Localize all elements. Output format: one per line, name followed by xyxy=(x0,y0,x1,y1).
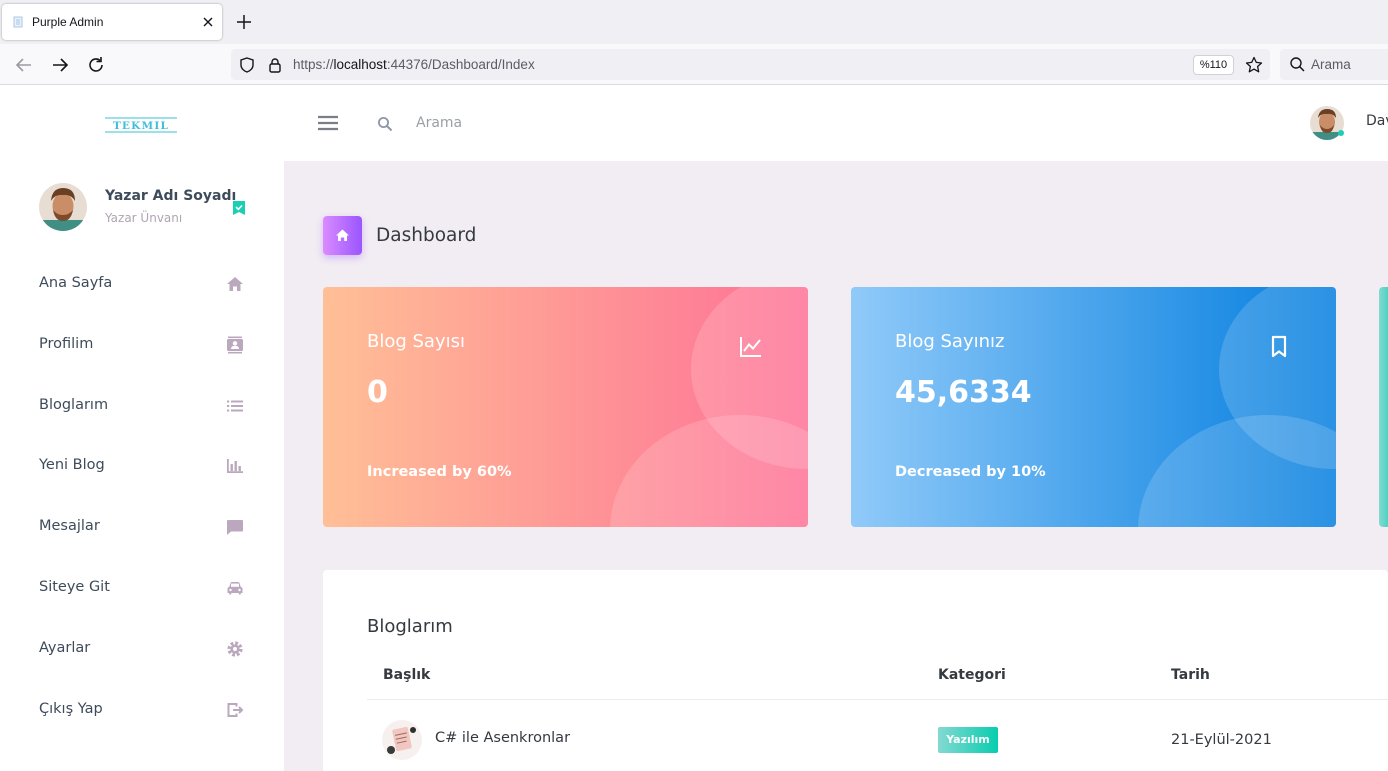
lock-icon[interactable] xyxy=(266,56,284,74)
blogs-table-card: Bloglarım Başlık Kategori Tarih C# ile A… xyxy=(323,570,1388,771)
sidebar-item-label: Mesajlar xyxy=(39,518,100,534)
home-icon xyxy=(227,277,243,291)
column-header-kategori[interactable]: Kategori xyxy=(938,667,1006,683)
sidebar-item-label: Profilim xyxy=(39,336,94,352)
message-icon xyxy=(227,520,243,535)
sidebar-item-bloglarim[interactable]: Bloglarım xyxy=(0,386,284,426)
browser-toolbar: https://localhost:44376/Dashboard/Index … xyxy=(0,44,1388,85)
main-content: Dashboard Blog Sayısı 0 Increased by 60%… xyxy=(284,161,1388,771)
sidebar-item-siteye-git[interactable]: Siteye Git xyxy=(0,568,284,608)
app-header: TEKMIL Dav xyxy=(0,85,1388,161)
bookmark-check-icon xyxy=(233,201,245,215)
sidebar-user-name: Yazar Adı Soyadı xyxy=(105,188,237,204)
sidebar-item-label: Yeni Blog xyxy=(39,457,105,473)
contacts-icon xyxy=(227,336,243,354)
sidebar-item-label: Ayarlar xyxy=(39,640,91,656)
blog-date-cell: 21-Eylül-2021 xyxy=(1171,732,1272,748)
header-search-input[interactable] xyxy=(416,112,676,134)
home-icon xyxy=(336,229,349,241)
browser-search-bar[interactable]: Arama xyxy=(1280,49,1388,80)
sidebar-item-ana-sayfa[interactable]: Ana Sayfa xyxy=(0,264,284,304)
sidebar-item-label: Siteye Git xyxy=(39,579,110,595)
card-decoration-circle xyxy=(610,415,808,527)
settings-icon xyxy=(227,641,243,657)
search-icon xyxy=(1290,57,1305,72)
browser-tab-title: Purple Admin xyxy=(32,15,104,29)
chart-line-icon xyxy=(740,337,761,357)
sidebar-item-cikis-yap[interactable]: Çıkış Yap xyxy=(0,690,284,730)
address-bar[interactable]: https://localhost:44376/Dashboard/Index … xyxy=(231,49,1270,80)
chart-bar-icon xyxy=(227,459,243,473)
sidebar-user-avatar[interactable] xyxy=(39,183,87,231)
table-header-divider xyxy=(367,699,1388,700)
url-scheme: https:// xyxy=(293,57,334,72)
browser-tab-bar: Purple Admin xyxy=(0,0,1388,44)
url-path: :44376/Dashboard/Index xyxy=(386,57,535,72)
card-value: 45,6334 xyxy=(895,375,1032,410)
sidebar-item-label: Ana Sayfa xyxy=(39,275,113,291)
table-title: Bloglarım xyxy=(367,616,453,637)
header-user-name[interactable]: Dav xyxy=(1366,113,1388,129)
reload-icon[interactable] xyxy=(85,54,107,76)
page-title-icon-box xyxy=(323,216,362,255)
blog-title-cell[interactable]: C# ile Asenkronlar xyxy=(435,730,570,746)
card-footer: Increased by 60% xyxy=(367,464,512,480)
sidebar: Yazar Adı Soyadı Yazar Ünvanı Ana Sayfa … xyxy=(0,161,284,771)
new-tab-icon[interactable] xyxy=(234,12,254,32)
menu-toggle-icon[interactable] xyxy=(316,112,340,134)
browser-tab[interactable]: Purple Admin xyxy=(2,4,222,40)
shield-icon[interactable] xyxy=(238,56,256,74)
sidebar-item-profilim[interactable]: Profilim xyxy=(0,325,284,365)
card-decoration-circle xyxy=(1138,415,1336,527)
page-favicon-icon xyxy=(13,16,23,28)
sidebar-item-mesajlar[interactable]: Mesajlar xyxy=(0,507,284,547)
stat-card-partial xyxy=(1379,287,1388,527)
forward-arrow-icon[interactable] xyxy=(49,54,71,76)
back-arrow-icon[interactable] xyxy=(13,54,35,76)
header-user-avatar[interactable] xyxy=(1309,105,1345,141)
car-icon xyxy=(227,582,243,595)
card-value: 0 xyxy=(367,375,388,410)
brand-logo[interactable]: TEKMIL xyxy=(105,115,177,135)
zoom-level-badge[interactable]: %110 xyxy=(1193,55,1234,75)
column-header-tarih[interactable]: Tarih xyxy=(1171,667,1210,683)
browser-search-placeholder: Arama xyxy=(1311,57,1351,72)
logout-icon xyxy=(227,703,244,717)
bookmark-icon xyxy=(1271,335,1287,358)
column-header-baslik[interactable]: Başlık xyxy=(383,667,430,683)
close-tab-icon[interactable] xyxy=(198,12,218,32)
format-list-icon xyxy=(227,400,243,412)
blog-thumbnail xyxy=(382,720,422,760)
card-footer: Decreased by 10% xyxy=(895,464,1046,480)
page-title: Dashboard xyxy=(376,225,477,246)
stat-card-blog-sayisi: Blog Sayısı 0 Increased by 60% xyxy=(323,287,808,527)
bookmark-star-icon[interactable] xyxy=(1244,55,1264,75)
sidebar-item-ayarlar[interactable]: Ayarlar xyxy=(0,629,284,669)
url-host: localhost xyxy=(333,57,387,72)
category-badge: Yazılım xyxy=(938,727,998,753)
card-title: Blog Sayınız xyxy=(895,331,1005,352)
sidebar-item-label: Bloglarım xyxy=(39,397,109,413)
sidebar-user-title: Yazar Ünvanı xyxy=(105,211,183,225)
search-icon xyxy=(378,117,393,132)
card-title: Blog Sayısı xyxy=(367,331,465,352)
sidebar-item-yeni-blog[interactable]: Yeni Blog xyxy=(0,446,284,486)
online-status-dot xyxy=(1338,130,1344,136)
brand-logo-text: TEKMIL xyxy=(113,120,169,132)
stat-card-blog-sayiniz: Blog Sayınız 45,6334 Decreased by 10% xyxy=(851,287,1336,527)
sidebar-item-label: Çıkış Yap xyxy=(39,701,103,717)
url-text[interactable]: https://localhost:44376/Dashboard/Index xyxy=(293,57,535,72)
